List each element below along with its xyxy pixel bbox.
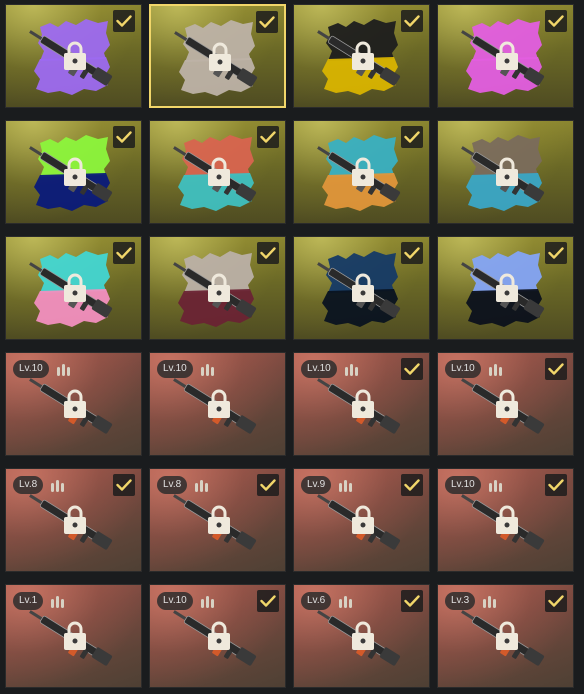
check-icon[interactable] xyxy=(113,474,135,496)
check-icon[interactable] xyxy=(401,474,423,496)
skin-card[interactable] xyxy=(293,236,430,340)
check-icon[interactable] xyxy=(113,10,135,32)
skin-card[interactable] xyxy=(293,120,430,224)
level-badge: Lv.10 xyxy=(445,476,481,494)
lock-icon xyxy=(350,273,376,303)
lock-icon xyxy=(206,273,232,303)
ammo-icon xyxy=(51,480,64,492)
weapon-skin-grid: Lv.10 Lv.10 Lv.10 Lv.10 Lv.8 Lv.8 Lv.9 Lv.10 Lv.… xyxy=(0,0,584,694)
skin-card[interactable]: Lv.10 xyxy=(437,468,574,572)
skin-card[interactable]: Lv.10 xyxy=(5,352,142,456)
lock-icon xyxy=(206,157,232,187)
lock-icon xyxy=(494,621,520,651)
skin-card[interactable]: Lv.9 xyxy=(293,468,430,572)
level-badge: Lv.9 xyxy=(301,476,332,494)
lock-icon xyxy=(62,621,88,651)
check-icon[interactable] xyxy=(257,474,279,496)
check-icon[interactable] xyxy=(545,590,567,612)
skin-card[interactable] xyxy=(437,236,574,340)
skin-card[interactable] xyxy=(437,120,574,224)
check-icon[interactable] xyxy=(545,10,567,32)
lock-icon xyxy=(206,389,232,419)
ammo-icon xyxy=(339,480,352,492)
lock-icon xyxy=(62,273,88,303)
ammo-icon xyxy=(489,480,502,492)
level-badge: Lv.10 xyxy=(157,360,193,378)
skin-card[interactable] xyxy=(293,4,430,108)
lock-icon xyxy=(62,41,88,71)
skin-card[interactable]: Lv.10 xyxy=(149,584,286,688)
check-icon[interactable] xyxy=(257,242,279,264)
level-badge: Lv.8 xyxy=(157,476,188,494)
ammo-icon xyxy=(483,596,496,608)
check-icon[interactable] xyxy=(257,126,279,148)
skin-card[interactable]: Lv.8 xyxy=(149,468,286,572)
ammo-icon xyxy=(201,364,214,376)
level-badge: Lv.8 xyxy=(13,476,44,494)
skin-card[interactable] xyxy=(5,120,142,224)
lock-icon xyxy=(494,273,520,303)
skin-card[interactable]: Lv.3 xyxy=(437,584,574,688)
check-icon[interactable] xyxy=(257,590,279,612)
ammo-icon xyxy=(345,364,358,376)
skin-card[interactable]: Lv.8 xyxy=(5,468,142,572)
skin-card[interactable]: Lv.6 xyxy=(293,584,430,688)
skin-card[interactable] xyxy=(5,4,142,108)
level-badge: Lv.10 xyxy=(301,360,337,378)
lock-icon xyxy=(207,42,233,72)
lock-icon xyxy=(494,389,520,419)
check-icon[interactable] xyxy=(401,590,423,612)
level-badge: Lv.10 xyxy=(13,360,49,378)
skin-card[interactable]: Lv.10 xyxy=(293,352,430,456)
check-icon[interactable] xyxy=(401,242,423,264)
check-icon[interactable] xyxy=(545,358,567,380)
skin-card[interactable] xyxy=(149,4,286,108)
lock-icon xyxy=(350,505,376,535)
lock-icon xyxy=(494,505,520,535)
check-icon[interactable] xyxy=(545,242,567,264)
check-icon[interactable] xyxy=(113,126,135,148)
lock-icon xyxy=(350,389,376,419)
skin-card[interactable]: Lv.10 xyxy=(437,352,574,456)
lock-icon xyxy=(206,621,232,651)
skin-card[interactable] xyxy=(437,4,574,108)
level-badge: Lv.10 xyxy=(445,360,481,378)
lock-icon xyxy=(62,157,88,187)
level-badge: Lv.6 xyxy=(301,592,332,610)
level-badge: Lv.10 xyxy=(157,592,193,610)
check-icon[interactable] xyxy=(401,358,423,380)
lock-icon xyxy=(350,157,376,187)
ammo-icon xyxy=(51,596,64,608)
skin-card[interactable]: Lv.10 xyxy=(149,352,286,456)
skin-card[interactable] xyxy=(149,120,286,224)
lock-icon xyxy=(494,41,520,71)
ammo-icon xyxy=(195,480,208,492)
skin-card[interactable] xyxy=(149,236,286,340)
skin-card[interactable] xyxy=(5,236,142,340)
level-badge: Lv.3 xyxy=(445,592,476,610)
check-icon[interactable] xyxy=(401,126,423,148)
check-icon[interactable] xyxy=(545,474,567,496)
skin-card[interactable]: Lv.1 xyxy=(5,584,142,688)
lock-icon xyxy=(62,389,88,419)
ammo-icon xyxy=(57,364,70,376)
level-badge: Lv.1 xyxy=(13,592,44,610)
ammo-icon xyxy=(339,596,352,608)
ammo-icon xyxy=(201,596,214,608)
check-icon[interactable] xyxy=(256,11,278,33)
check-icon[interactable] xyxy=(113,242,135,264)
check-icon[interactable] xyxy=(401,10,423,32)
lock-icon xyxy=(350,41,376,71)
lock-icon xyxy=(206,505,232,535)
lock-icon xyxy=(494,157,520,187)
ammo-icon xyxy=(489,364,502,376)
lock-icon xyxy=(350,621,376,651)
lock-icon xyxy=(62,505,88,535)
